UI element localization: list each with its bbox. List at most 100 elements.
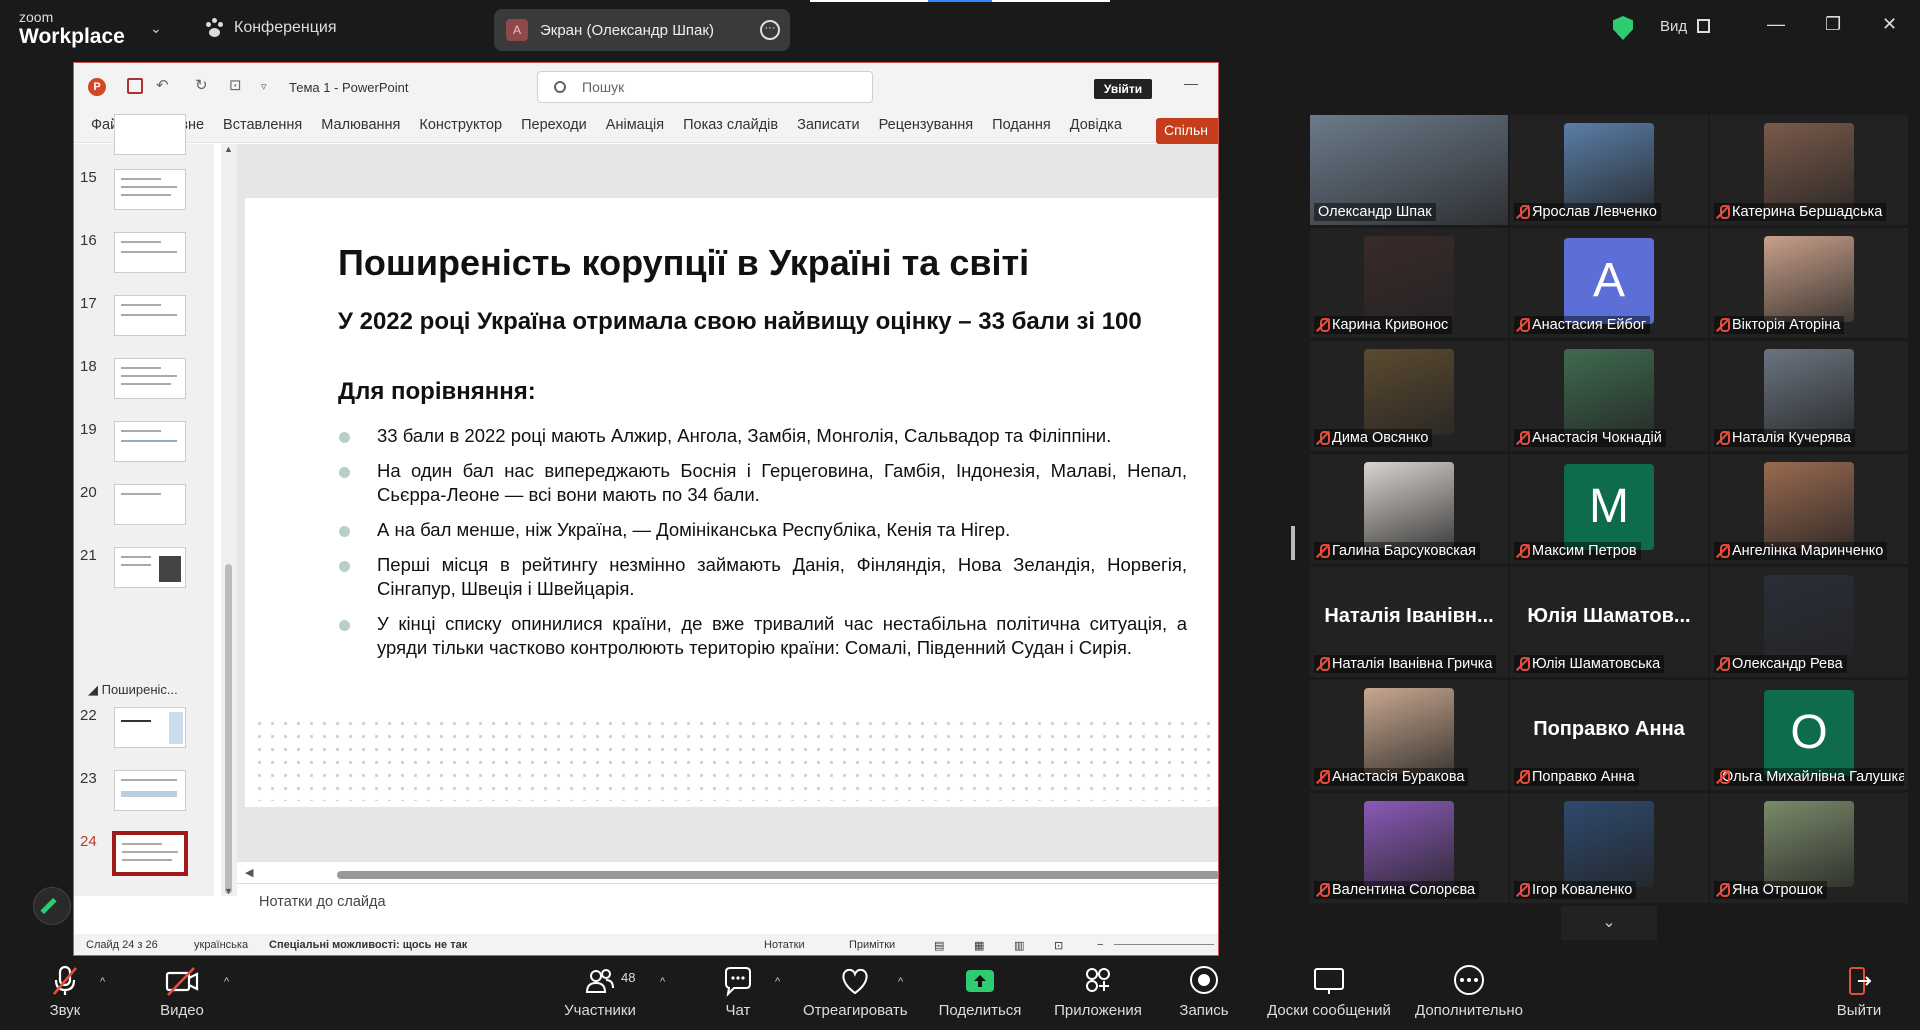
slide-thumbnail-17[interactable]: 17 bbox=[74, 295, 214, 347]
slide-thumbnail-23[interactable]: 23 bbox=[74, 770, 214, 822]
meeting-info-button[interactable]: Конференция bbox=[204, 18, 337, 38]
normal-view-icon[interactable]: ▤ bbox=[934, 939, 944, 952]
chat-options-caret[interactable]: ^ bbox=[775, 976, 780, 988]
whiteboards-button[interactable]: Доски сообщений bbox=[1265, 964, 1393, 1019]
slide-thumbnail-16[interactable]: 16 bbox=[74, 232, 214, 284]
annotate-pen-icon[interactable] bbox=[33, 887, 71, 925]
slide-bullet-list[interactable]: 33 бали в 2022 році мають Алжир, Ангола,… bbox=[337, 424, 1187, 671]
shield-icon[interactable] bbox=[1613, 16, 1633, 40]
slide-thumbnail-24[interactable]: 24 bbox=[74, 831, 214, 885]
reading-view-icon[interactable]: ▥ bbox=[1014, 939, 1024, 952]
participant-tile[interactable]: Дима Овсянко bbox=[1310, 341, 1508, 451]
participant-tile[interactable]: Карина Кривонос bbox=[1310, 228, 1508, 338]
chat-button[interactable]: Чат bbox=[718, 964, 758, 1019]
slide-title[interactable]: Поширеність корупції в Україні та світі bbox=[338, 242, 1029, 284]
signin-button[interactable]: Увійти bbox=[1094, 79, 1152, 99]
slide-thumbnail-15[interactable]: 15 bbox=[74, 169, 214, 221]
participants-options-caret[interactable]: ^ bbox=[660, 976, 665, 988]
slide-compare-heading[interactable]: Для порівняння: bbox=[338, 378, 536, 406]
audio-options-caret[interactable]: ^ bbox=[100, 976, 105, 988]
participant-tile[interactable]: Вікторія Аторіна bbox=[1710, 228, 1908, 338]
tab-slideshow[interactable]: Показ слайдів bbox=[683, 117, 778, 133]
tab-review[interactable]: Рецензування bbox=[879, 117, 974, 133]
tab-transitions[interactable]: Переходи bbox=[521, 117, 587, 133]
slide-thumbnail-19[interactable]: 19 bbox=[74, 421, 214, 473]
gallery-next-page-icon[interactable]: ⌄ bbox=[1561, 906, 1657, 940]
undo-icon[interactable]: ↶ bbox=[156, 76, 169, 94]
participant-tile[interactable]: Анастасія Буракова bbox=[1310, 680, 1508, 790]
tab-animations[interactable]: Анімація bbox=[606, 117, 664, 133]
slideshow-view-icon[interactable]: ⊡ bbox=[1054, 939, 1063, 952]
react-button[interactable]: Отреагировать bbox=[803, 964, 908, 1019]
scroll-left-icon[interactable]: ◀ bbox=[245, 866, 253, 879]
customize-qa-icon[interactable]: ▿ bbox=[261, 80, 267, 93]
participant-tile[interactable]: Поправко Анна Поправко Анна bbox=[1510, 680, 1708, 790]
ppt-minimize-icon[interactable]: — bbox=[1184, 75, 1198, 91]
audio-button[interactable]: Звук bbox=[45, 964, 85, 1019]
thumbnails-scrollbar[interactable]: ▲ ▼ bbox=[221, 144, 237, 896]
slide-thumbnail-18[interactable]: 18 bbox=[74, 358, 214, 410]
redo-icon[interactable]: ↻ bbox=[195, 76, 208, 94]
hscroll-thumb[interactable] bbox=[337, 871, 1218, 879]
slide-thumbnail-22[interactable]: 22 bbox=[74, 707, 214, 759]
participant-tile[interactable]: Ігор Коваленко bbox=[1510, 793, 1708, 903]
view-button[interactable]: Вид bbox=[1660, 18, 1687, 35]
participant-tile[interactable]: A Анастасия Ейбог bbox=[1510, 228, 1708, 338]
slide-thumbnail-21[interactable]: 21 bbox=[74, 547, 214, 599]
participant-tile[interactable]: Олександр Шпак bbox=[1310, 115, 1508, 225]
tab-draw[interactable]: Малювання bbox=[321, 117, 400, 133]
tab-help[interactable]: Довідка bbox=[1070, 117, 1122, 133]
participant-tile[interactable]: Катерина Бершадська bbox=[1710, 115, 1908, 225]
notes-toggle[interactable]: Нотатки bbox=[764, 939, 805, 951]
minimize-icon[interactable]: — bbox=[1767, 14, 1785, 35]
record-button[interactable]: Запись bbox=[1177, 964, 1231, 1019]
more-button[interactable]: Дополнительно bbox=[1413, 964, 1525, 1019]
tab-design[interactable]: Конструктор bbox=[419, 117, 502, 133]
leave-button[interactable]: Выйти bbox=[1836, 964, 1882, 1019]
comments-toggle[interactable]: Примітки bbox=[849, 939, 895, 951]
present-icon[interactable]: ⊡ bbox=[229, 76, 242, 94]
ppt-share-button[interactable]: Спільн bbox=[1156, 118, 1218, 144]
tab-record[interactable]: Записати bbox=[797, 117, 860, 133]
slide-subtitle[interactable]: У 2022 році Україна отримала свою найвищ… bbox=[338, 308, 1142, 336]
participant-tile[interactable]: Ангелінка Маринченко bbox=[1710, 454, 1908, 564]
slide-notes-pane[interactable]: Нотатки до слайда bbox=[237, 883, 1218, 933]
participant-tile[interactable]: Наталія Кучерява bbox=[1710, 341, 1908, 451]
scroll-up-icon[interactable]: ▲ bbox=[224, 144, 233, 154]
video-options-caret[interactable]: ^ bbox=[224, 976, 229, 988]
scroll-down-icon[interactable]: ▼ bbox=[224, 886, 233, 896]
tab-insert[interactable]: Вставлення bbox=[223, 117, 302, 133]
participant-tile[interactable]: Наталія Іванівн... Наталія Іванівна Гричк… bbox=[1310, 567, 1508, 677]
zoom-out-icon[interactable]: − bbox=[1097, 939, 1103, 951]
participant-tile[interactable]: Юлія Шаматов... Юлія Шаматовська bbox=[1510, 567, 1708, 677]
ppt-search-box[interactable]: Пошук bbox=[537, 71, 873, 103]
chevron-down-icon[interactable]: ⌄ bbox=[150, 20, 162, 37]
participant-tile[interactable]: Валентина Солорєва bbox=[1310, 793, 1508, 903]
scroll-thumb[interactable] bbox=[225, 564, 232, 894]
share-screen-button[interactable]: Поделиться bbox=[937, 964, 1023, 1019]
language-indicator[interactable]: українська bbox=[194, 939, 248, 951]
participant-tile[interactable]: Анастасія Чокнадій bbox=[1510, 341, 1708, 451]
apps-button[interactable]: Приложения bbox=[1051, 964, 1145, 1019]
participant-tile[interactable]: Галина Барсуковская bbox=[1310, 454, 1508, 564]
participant-tile[interactable]: O Ольга Михайлівна Галушка bbox=[1710, 680, 1908, 790]
split-view-handle[interactable] bbox=[1291, 526, 1295, 560]
more-options-icon[interactable]: ··· bbox=[760, 20, 780, 40]
participant-tile[interactable]: Яна Отрошок bbox=[1710, 793, 1908, 903]
participant-tile[interactable]: M Максим Петров bbox=[1510, 454, 1708, 564]
view-grid-icon[interactable] bbox=[1697, 19, 1710, 33]
participant-tile[interactable]: Олександр Рева bbox=[1710, 567, 1908, 677]
slide-thumbnail-20[interactable]: 20 bbox=[74, 484, 214, 536]
video-button[interactable]: Видео bbox=[158, 964, 206, 1019]
zoom-slider[interactable] bbox=[1114, 944, 1214, 945]
accessibility-status[interactable]: Спеціальні можливості: щось не так bbox=[269, 939, 467, 951]
restore-icon[interactable]: ❐ bbox=[1825, 14, 1841, 35]
participant-tile[interactable]: Ярослав Левченко bbox=[1510, 115, 1708, 225]
section-label[interactable]: ◢ Поширеніс... bbox=[88, 682, 178, 698]
react-options-caret[interactable]: ^ bbox=[898, 976, 903, 988]
current-slide[interactable]: Поширеність корупції в Україні та світі … bbox=[245, 198, 1218, 807]
horizontal-scrollbar[interactable]: ◀ bbox=[237, 866, 1218, 881]
zoom-workplace-logo[interactable]: zoom Workplace bbox=[19, 10, 125, 47]
sorter-view-icon[interactable]: ▦ bbox=[974, 939, 984, 952]
tab-view[interactable]: Подання bbox=[992, 117, 1051, 133]
